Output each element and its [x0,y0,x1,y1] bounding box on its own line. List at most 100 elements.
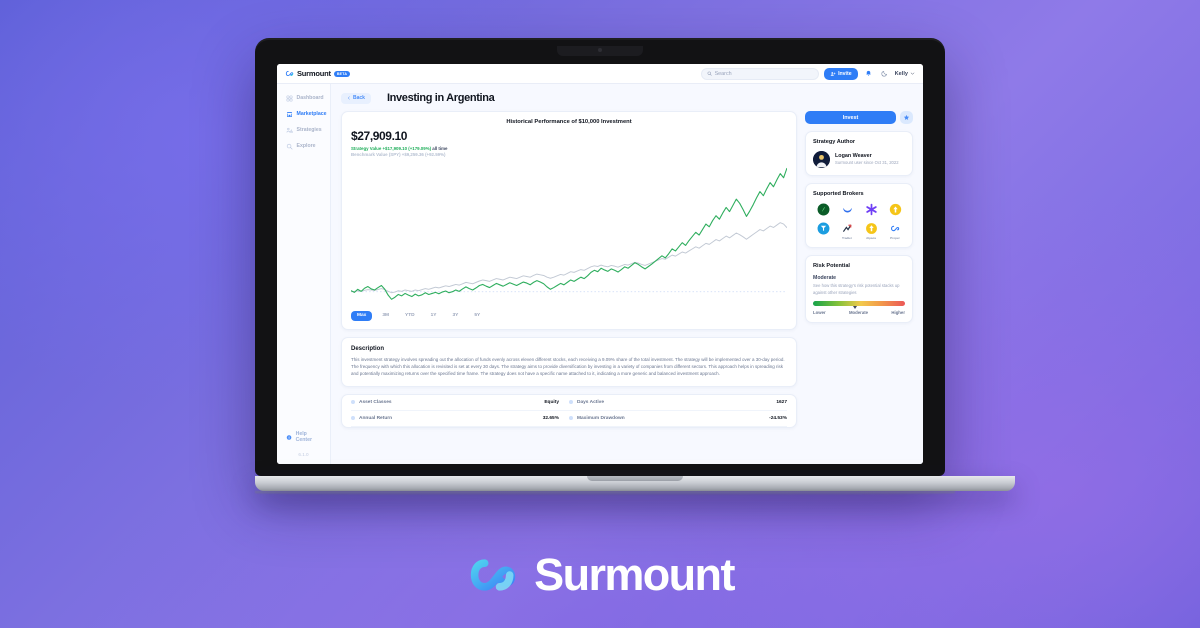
stats-card: Asset Classes Equity Days Active 1627 An… [341,393,797,428]
bullet-icon [569,400,573,405]
back-button[interactable]: Back [341,92,371,104]
user-avatar-icon [813,151,830,168]
strategy-author-card: Strategy Author Logan Weaver Surmount us… [805,131,913,176]
chart-caption: Historical Performance of $10,000 Invest… [506,119,632,125]
supported-brokers-title: Supported Brokers [813,191,864,197]
sidebar-item-explore[interactable]: Explore [282,139,325,153]
tradestation-icon [817,222,830,235]
broker-alpaca[interactable]: Alpaca [861,222,881,240]
app-topbar: Surmount BETA Search Invite Kelly [277,64,923,84]
performance-chart[interactable] [351,159,787,307]
notifications-button[interactable] [863,68,874,79]
risk-marker-icon [853,306,858,309]
risk-potential-title: Risk Potential [813,263,850,269]
laptop-base-lip [255,491,955,495]
stat-asset-classes: Asset Classes Equity [351,400,569,405]
help-center-label: Help Center [295,431,313,443]
app-body: Dashboard Marketplace Strategies Explore… [277,84,923,464]
favorite-button[interactable] [900,111,913,124]
timeframe-3m[interactable]: 3M [376,311,395,321]
chart-svg [351,167,787,300]
broker-name: Alpaca [866,236,876,240]
sidebar-label-explore: Explore [296,143,316,149]
stat-value: 1627 [776,399,787,405]
star-icon [903,114,910,120]
table-row: Asset Classes Equity Days Active 1627 [351,395,787,411]
broker-tradestation[interactable] [813,222,833,240]
sidebar-item-dashboard[interactable]: Dashboard [282,91,325,105]
avatar [813,151,830,168]
benchmark-legend: Benchmark Value (SPY) +$9,259.36 (+92.59… [351,151,446,157]
timeframe-3y[interactable]: 3Y [447,311,465,321]
broker-kraken[interactable] [885,203,905,217]
timeframe-ytd[interactable]: YTD [399,311,421,321]
stat-label: Maximum Drawdown [577,415,625,421]
sidebar-label-marketplace: Marketplace [296,111,327,117]
brand-name: Surmount [297,69,331,78]
tradier-icon [841,222,854,235]
chevron-down-icon [910,72,915,75]
sidebar-item-marketplace[interactable]: Marketplace [282,107,327,121]
broker-grid: Tradier Alpaca Proper [813,203,905,240]
author-subtitle: Surmount user since Oct 31, 2022 [835,160,899,166]
timeframe-selector: Max 3M YTD 1Y 3Y 5Y [351,310,787,321]
description-card: Description This investment strategy inv… [341,336,797,387]
sidebar-label-strategies: Strategies [296,127,322,133]
theme-toggle-button[interactable] [879,68,890,79]
timeframe-5y[interactable]: 5Y [468,311,486,321]
user-name: Kelly [894,70,908,77]
strategy-legend: Strategy Value +$17,909.10 (+179.09%) al… [351,146,787,151]
user-menu[interactable]: Kelly [895,71,915,77]
supported-brokers-card: Supported Brokers Tradier Alpaca Proper [805,183,913,248]
invest-button[interactable]: Invest [805,111,896,124]
chevron-left-icon [347,96,350,100]
storefront-icon [286,111,293,118]
topbar-actions: Search Invite Kelly [700,67,915,80]
sidebar-label-dashboard: Dashboard [296,95,324,101]
people-chart-icon [286,127,293,134]
risk-scale-lower: Lower [813,310,826,315]
content-columns: Historical Performance of $10,000 Invest… [341,111,913,428]
alpaca-star-icon [865,203,878,216]
sidebar-item-strategies[interactable]: Strategies [282,123,325,137]
moon-icon [881,71,887,77]
app-screen: Surmount BETA Search Invite Kelly Dashbo… [277,64,923,464]
bullet-icon [569,416,573,421]
author-row: Logan Weaver Surmount user since Oct 31,… [813,151,905,168]
broker-tradier[interactable]: Tradier [837,222,857,240]
risk-gradient-bar [813,301,905,309]
invite-button[interactable]: Invite [823,67,858,80]
timeframe-max[interactable]: Max [351,310,373,321]
broker-alpaca-star[interactable] [861,203,881,217]
page-header: Back Investing in Argentina [341,92,913,104]
description-title: Description [351,345,385,352]
main-column: Historical Performance of $10,000 Invest… [341,111,797,428]
risk-potential-card: Risk Potential Moderate See how this str… [805,255,913,323]
brand-logo[interactable]: Surmount BETA [285,69,351,78]
side-column: Invest Strategy Author Logan Weaver Surm… [805,111,913,330]
stat-value: Equity [544,399,559,405]
search-icon [707,71,712,76]
stat-max-drawdown: Maximum Drawdown -24.53% [569,416,787,421]
risk-scale-moderate: Moderate [848,310,869,315]
bullet-icon [351,416,355,421]
strategy-period: all time [432,145,448,151]
alpaca-icon [865,222,878,235]
risk-scale-higher: Higher [891,310,905,315]
broker-webull[interactable] [837,203,857,217]
sidebar-footer: Help Center 6.1.0 [282,428,325,457]
broker-proper[interactable]: Proper [885,222,905,240]
author-name: Logan Weaver [835,153,872,160]
search-input[interactable]: Search [700,67,819,80]
risk-description: See how this strategy's risk potential s… [813,283,900,295]
broker-name: Tradier [841,236,852,240]
webull-icon [841,203,854,216]
timeframe-1y[interactable]: 1Y [425,311,443,321]
dashboard-grid-icon [286,95,293,102]
help-center-link[interactable]: Help Center [282,428,325,446]
broker-name: Proper [890,236,900,240]
broker-robinhood[interactable] [813,203,833,217]
stat-annual-return: Annual Return 32.65% [351,416,569,421]
surmount-logo-icon [470,559,516,591]
webcam-icon [598,48,602,52]
